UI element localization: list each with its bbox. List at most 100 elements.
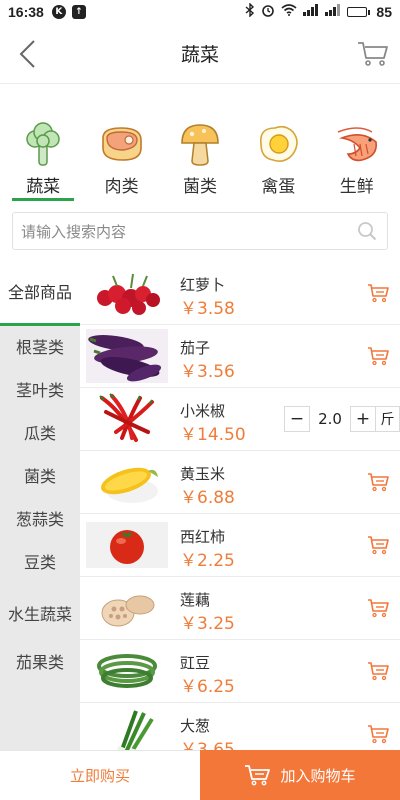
product-row[interactable]: 茄子 ￥3.56 — [80, 325, 400, 388]
chili-photo — [86, 392, 168, 446]
sidebar-item-melon[interactable]: 瓜类 — [0, 412, 80, 455]
product-row[interactable]: 西红柿 ￥2.25 — [80, 514, 400, 577]
shrimp-icon — [332, 120, 382, 168]
search-placeholder: 请输入搜索内容 — [21, 222, 127, 241]
category-label: 禽蛋 — [261, 177, 296, 197]
sidebar-item-aquatic[interactable]: 水生蔬菜 — [0, 584, 80, 646]
quantity-value[interactable]: 2.0 — [310, 410, 350, 428]
upload-notification-icon: ↑ — [71, 5, 86, 19]
add-to-cart-main-button[interactable]: 加入购物车 — [200, 750, 400, 800]
cart-icon — [368, 473, 389, 492]
battery-icon — [347, 7, 371, 17]
cart-icon — [368, 284, 389, 303]
product-name: 西红柿 — [180, 528, 226, 546]
long-bean-photo — [86, 644, 168, 698]
lotus-root-photo — [86, 581, 168, 635]
product-name: 小米椒 — [180, 402, 226, 420]
product-price: ￥6.25 — [180, 677, 235, 697]
product-price: ￥6.88 — [180, 488, 235, 508]
increase-button[interactable]: + — [350, 406, 376, 432]
sidebar-item-stem-leaf[interactable]: 茎叶类 — [0, 369, 80, 412]
category-tab-eggs[interactable]: 禽蛋 — [241, 120, 315, 200]
sidebar-item-fungi[interactable]: 菌类 — [0, 455, 80, 498]
product-price: ￥3.25 — [180, 614, 235, 634]
radish-photo — [86, 266, 168, 320]
sidebar-item-label: 豆类 — [23, 552, 56, 572]
product-name: 大葱 — [180, 717, 211, 735]
buy-now-button[interactable]: 立即购买 — [0, 750, 200, 800]
cart-icon — [368, 347, 389, 366]
add-to-cart-button[interactable] — [364, 343, 392, 369]
battery-percent: 85 — [376, 4, 392, 20]
add-to-cart-button[interactable] — [364, 658, 392, 684]
bluetooth-icon — [245, 2, 255, 21]
notification-k-icon: K — [51, 5, 66, 19]
product-row[interactable]: 大葱 ￥3.65 — [80, 703, 400, 750]
product-price: ￥2.25 — [180, 551, 235, 571]
add-to-cart-button[interactable] — [364, 532, 392, 558]
category-label: 蔬菜 — [26, 177, 61, 197]
product-row[interactable]: 红萝卜 ￥3.58 — [80, 262, 400, 325]
category-label: 生鲜 — [339, 177, 374, 197]
sidebar-item-onion-garlic[interactable]: 葱蒜类 — [0, 498, 80, 541]
product-name: 茄子 — [180, 339, 211, 357]
quantity-stepper: − 2.0 + 斤 — [284, 404, 400, 434]
sidebar-item-solanaceous[interactable]: 茄果类 — [0, 646, 80, 680]
chevron-left-icon — [19, 40, 35, 68]
alarm-icon — [261, 3, 275, 21]
search-input[interactable]: 请输入搜索内容 — [12, 212, 388, 250]
category-tab-meat[interactable]: 肉类 — [85, 120, 159, 200]
sidebar-item-beans[interactable]: 豆类 — [0, 541, 80, 584]
category-label: 菌类 — [182, 177, 217, 197]
product-row[interactable]: 豇豆 ￥6.25 — [80, 640, 400, 703]
category-tab-vegetables[interactable]: 蔬菜 — [6, 120, 80, 201]
add-to-cart-button[interactable] — [364, 721, 392, 747]
bottom-action-bar: 立即购买 加入购物车 — [0, 750, 400, 800]
product-price: ￥3.56 — [180, 362, 235, 382]
category-tab-mushroom[interactable]: 菌类 — [163, 120, 237, 200]
cart-button[interactable] — [356, 38, 390, 70]
add-to-cart-button[interactable] — [364, 595, 392, 621]
sidebar-item-label: 根茎类 — [15, 337, 64, 357]
sidebar-item-label: 水生蔬菜 — [8, 605, 73, 624]
cart-icon — [368, 725, 389, 744]
eggplant-photo — [86, 329, 168, 383]
meat-icon — [97, 120, 147, 168]
shopping-cart-icon — [245, 765, 271, 786]
cart-icon — [368, 536, 389, 555]
sidebar-item-label: 瓜类 — [23, 423, 56, 443]
subcategory-sidebar: 全部商品 根茎类 茎叶类 瓜类 菌类 葱蒜类 豆类 水生蔬菜 茄果类 — [0, 262, 80, 750]
product-row[interactable]: 小米椒 ￥14.50 − 2.0 + 斤 — [80, 388, 400, 451]
sidebar-item-all[interactable]: 全部商品 — [0, 262, 80, 326]
egg-icon — [253, 120, 303, 168]
sidebar-item-label: 全部商品 — [8, 282, 73, 302]
status-bar: 16:38 K ↑ 85 — [0, 0, 400, 24]
broccoli-icon — [18, 120, 68, 168]
sidebar-item-label: 茎叶类 — [15, 380, 64, 400]
add-to-cart-button[interactable] — [364, 469, 392, 495]
decrease-button[interactable]: − — [284, 406, 310, 432]
status-time: 16:38 — [8, 4, 44, 20]
sidebar-item-root[interactable]: 根茎类 — [0, 326, 80, 369]
mushroom-icon — [175, 120, 225, 168]
product-row[interactable]: 莲藕 ￥3.25 — [80, 577, 400, 640]
signal-4g-icon — [325, 4, 341, 20]
scallion-photo — [86, 707, 168, 750]
back-button[interactable] — [12, 38, 42, 70]
product-name: 豇豆 — [180, 654, 211, 672]
corn-photo — [86, 455, 168, 509]
cart-icon — [368, 599, 389, 618]
add-to-cart-button[interactable] — [364, 280, 392, 306]
page-header: 蔬菜 — [0, 24, 400, 84]
tomato-photo — [86, 518, 168, 572]
search-icon[interactable] — [355, 219, 379, 243]
category-tabs: 蔬菜 肉类 菌类 禽蛋 生鲜 — [0, 120, 400, 201]
product-row[interactable]: 黄玉米 ￥6.88 — [80, 451, 400, 514]
product-price: ￥14.50 — [180, 425, 246, 445]
product-list: 红萝卜 ￥3.58 茄子 ￥3.56 小米椒 ￥14.50 − 2.0 + 斤 … — [80, 262, 400, 750]
product-name: 莲藕 — [180, 591, 211, 609]
signal-icon — [303, 4, 319, 20]
category-tab-seafood[interactable]: 生鲜 — [320, 120, 394, 200]
shopping-cart-icon — [358, 42, 388, 66]
buy-now-label: 立即购买 — [69, 767, 130, 785]
